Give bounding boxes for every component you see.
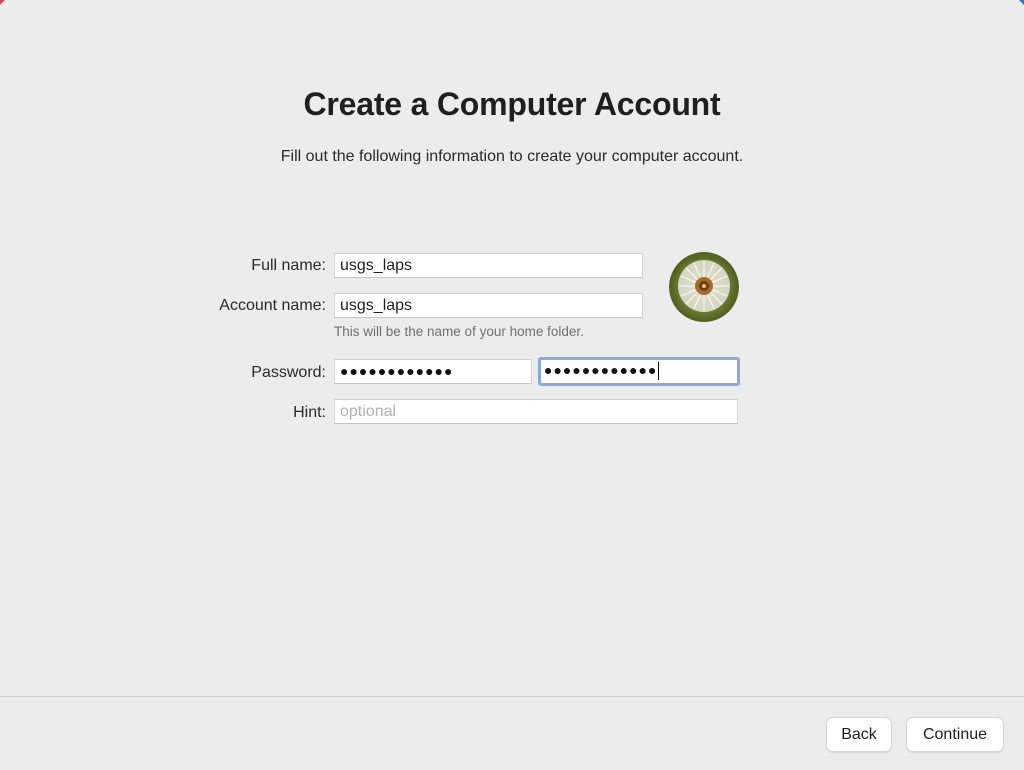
hint-field[interactable]: optional xyxy=(334,399,738,424)
continue-button[interactable]: Continue xyxy=(906,717,1004,752)
account-name-value: usgs_laps xyxy=(340,297,413,314)
password-field[interactable]: ●●●●●●●●●●●● xyxy=(334,359,532,384)
hint-label: Hint: xyxy=(293,404,326,421)
full-name-value: usgs_laps xyxy=(340,257,413,274)
account-name-label: Account name: xyxy=(219,297,326,314)
page-title: Create a Computer Account xyxy=(303,86,721,122)
full-name-field[interactable]: usgs_laps xyxy=(334,253,643,278)
verify-password-masked-value: ●●●●●●●●●●●● xyxy=(544,362,658,378)
dandelion-avatar-icon[interactable] xyxy=(669,252,739,322)
full-name-label: Full name: xyxy=(251,257,326,274)
password-masked-value: ●●●●●●●●●●●● xyxy=(340,363,454,379)
password-label: Password: xyxy=(251,364,326,381)
page-subtitle: Fill out the following information to cr… xyxy=(280,148,744,165)
footer-divider xyxy=(0,696,1024,697)
window-corner xyxy=(1019,0,1024,5)
account-name-help-text: This will be the name of your home folde… xyxy=(334,324,584,339)
text-caret xyxy=(658,361,660,380)
window-corner xyxy=(0,0,5,5)
hint-placeholder: optional xyxy=(340,403,397,420)
account-name-field[interactable]: usgs_laps xyxy=(334,293,643,318)
back-button[interactable]: Back xyxy=(826,717,892,752)
verify-password-field[interactable]: ●●●●●●●●●●●● xyxy=(538,357,740,386)
